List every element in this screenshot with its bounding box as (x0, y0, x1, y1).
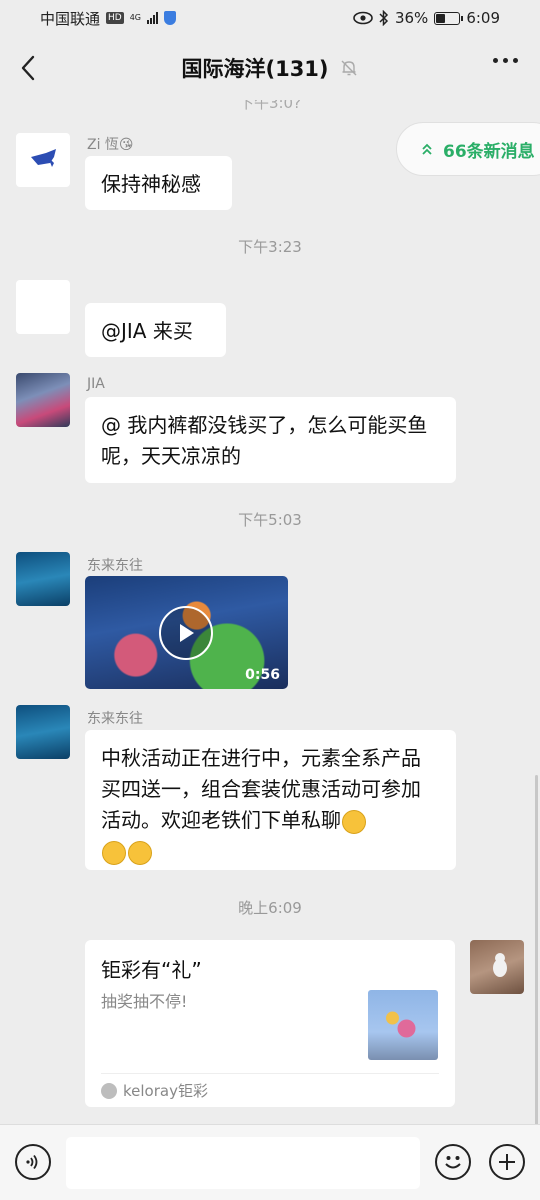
message-bubble[interactable]: 中秋活动正在进行中，元素全系产品买四送一，组合套装优惠活动可参加活动。欢迎老铁们… (85, 730, 456, 870)
battery-percent: 36% (394, 9, 429, 27)
signal-icon (147, 12, 159, 24)
plus-icon (499, 1154, 515, 1170)
my-avatar[interactable] (470, 940, 524, 994)
status-bar: 中国联通 HD 4G 36% 6:09 (0, 0, 540, 36)
battery-icon (434, 11, 464, 25)
avatar[interactable] (16, 552, 70, 606)
chevron-left-icon (21, 55, 35, 81)
message-bubble[interactable]: 保持神秘感 (85, 156, 232, 210)
sender-name: 东来东往 (87, 711, 143, 727)
status-right: 36% 6:09 (353, 9, 500, 27)
smirk-emoji-icon (128, 840, 152, 865)
chat-title: 国际海洋(131) (181, 57, 329, 81)
card-divider (101, 1073, 439, 1074)
status-left: 中国联通 HD 4G (40, 8, 177, 29)
voice-button[interactable] (15, 1144, 51, 1180)
video-duration: 0:56 (245, 667, 280, 683)
chat-header: 国际海洋(131) (0, 36, 540, 100)
play-icon (180, 624, 194, 642)
back-button[interactable] (14, 52, 42, 84)
carrier-name: 中国联通 (40, 9, 101, 28)
input-bar (0, 1124, 540, 1200)
message-bubble[interactable]: @ 我内裤都没钱买了，怎么可能买鱼呢，天天凉凉的 (85, 397, 456, 483)
network-type: 4G (129, 13, 142, 22)
time-separator: 下午3:23 (238, 238, 302, 256)
smile-icon (445, 1156, 461, 1169)
message-input[interactable] (66, 1137, 420, 1189)
avatar[interactable] (16, 133, 70, 187)
card-thumbnail (368, 990, 438, 1060)
card-source-label: keloray钜彩 (123, 1082, 208, 1100)
title-wrap: 国际海洋(131) (181, 53, 358, 83)
time-separator-partial: 下午3:0? (238, 100, 302, 112)
emoji-button[interactable] (435, 1144, 471, 1180)
sender-name: 东来东往 (87, 558, 143, 574)
double-chevron-up-icon (422, 143, 432, 155)
time-separator: 下午5:03 (238, 511, 302, 529)
bluetooth-icon (379, 10, 389, 26)
shield-icon (164, 11, 177, 25)
avatar[interactable] (16, 280, 70, 334)
smirk-emoji-icon (342, 809, 366, 834)
sender-name: JIA (87, 376, 105, 392)
message-bubble[interactable]: @JIA 来买 (85, 303, 226, 357)
chat-area[interactable]: 下午3:0? Zi 恆😘 保持神秘感 66条新消息 下午3:23 @JIA 来买… (0, 100, 540, 1124)
card-source: keloray钜彩 (101, 1080, 208, 1101)
video-message[interactable]: 0:56 (85, 576, 288, 689)
eye-icon (353, 11, 373, 25)
mini-program-card[interactable]: 钜彩有“礼” 抽奖抽不停! keloray钜彩 (85, 940, 455, 1107)
avatar[interactable] (16, 705, 70, 759)
source-logo-icon (101, 1082, 117, 1099)
play-button[interactable] (159, 606, 213, 660)
card-description: 抽奖抽不停! (101, 992, 188, 1011)
card-title: 钜彩有“礼” (101, 958, 202, 982)
new-messages-label: 66条新消息 (443, 141, 535, 162)
status-time: 6:09 (466, 9, 500, 27)
time-separator: 晚上6:09 (238, 899, 302, 917)
mute-bell-icon (341, 60, 357, 76)
scrollbar[interactable] (535, 775, 538, 1124)
message-text: 中秋活动正在进行中，元素全系产品买四送一，组合套装优惠活动可参加活动。欢迎老铁们… (101, 746, 421, 832)
smirk-emoji-icon (102, 840, 126, 865)
more-functions-button[interactable] (489, 1144, 525, 1180)
voice-wave-icon (26, 1154, 38, 1170)
more-options-button[interactable] (493, 58, 518, 63)
sender-name: Zi 恆😘 (87, 137, 134, 153)
new-messages-button[interactable]: 66条新消息 (396, 122, 540, 176)
avatar[interactable] (16, 373, 70, 427)
hd-badge: HD (106, 12, 124, 24)
